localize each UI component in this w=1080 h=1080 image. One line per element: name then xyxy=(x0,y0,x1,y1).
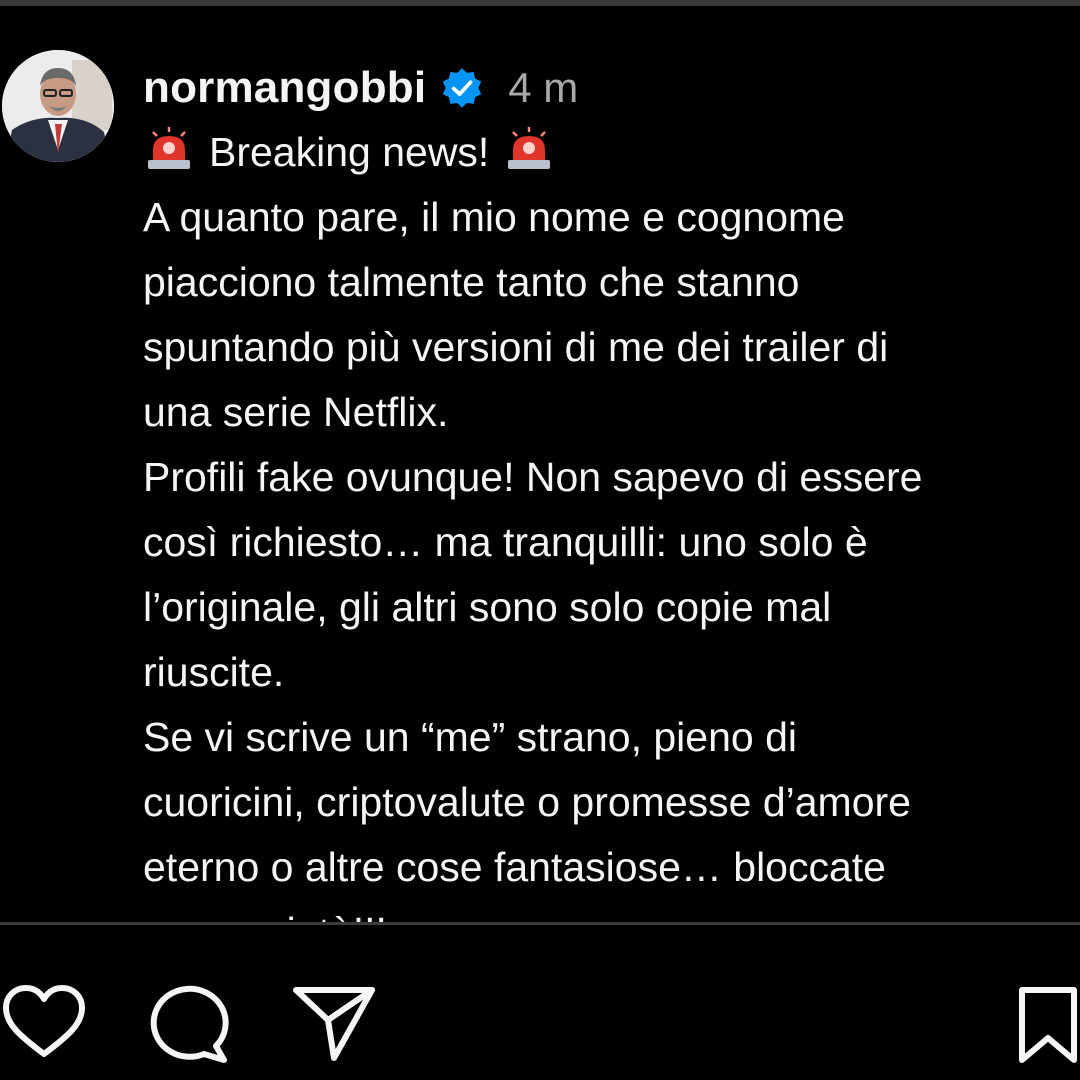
username[interactable]: normangobbi xyxy=(143,63,426,113)
post-timestamp: 4 m xyxy=(508,64,579,111)
top-border xyxy=(0,0,1080,6)
post-header: normangobbi 4 m xyxy=(143,60,578,116)
caption-line: una serie Netflix. xyxy=(143,389,449,435)
caption-line: A quanto pare, il mio nome e cognome xyxy=(143,194,845,240)
caption-line: Profili fake ovunque! Non sapevo di esse… xyxy=(143,454,923,500)
verified-badge-icon xyxy=(440,66,484,110)
action-bar xyxy=(0,960,1080,1070)
caption-line: riuscite. xyxy=(143,649,285,695)
comment-button[interactable] xyxy=(144,980,232,1068)
comment-icon xyxy=(150,985,229,1063)
avatar[interactable] xyxy=(2,50,114,162)
caption-line: così richiesto… ma tranquilli: uno solo … xyxy=(143,519,868,565)
like-button[interactable] xyxy=(0,980,88,1068)
share-icon xyxy=(293,987,375,1061)
caption-line: piacciono talmente tanto che stanno xyxy=(143,259,800,305)
save-button[interactable] xyxy=(1012,980,1080,1068)
caption-line: l’originale, gli altri sono solo copie m… xyxy=(143,584,832,630)
siren-icon xyxy=(143,126,195,172)
caption-line: Se vi scrive un “me” strano, pieno di xyxy=(143,714,797,760)
caption-breaking-line: Breaking news! xyxy=(143,120,1080,185)
heart-icon xyxy=(3,985,85,1057)
share-button[interactable] xyxy=(290,980,378,1068)
avatar-image xyxy=(2,50,114,162)
post-caption: Breaking news! A quanto pare, il mio nom… xyxy=(143,120,1080,922)
caption-line: cuoricini, criptovalute o promesse d’amo… xyxy=(143,779,911,825)
caption-line: spuntando più versioni di me dei trailer… xyxy=(143,324,889,370)
caption-line: senza pietà!!! xyxy=(143,900,1080,922)
caption-line: eterno o altre cose fantasiose… bloccate xyxy=(143,844,886,890)
siren-icon xyxy=(503,126,555,172)
bookmark-icon xyxy=(1019,987,1077,1063)
action-bar-divider xyxy=(0,922,1080,925)
breaking-news-text: Breaking news! xyxy=(209,129,490,175)
